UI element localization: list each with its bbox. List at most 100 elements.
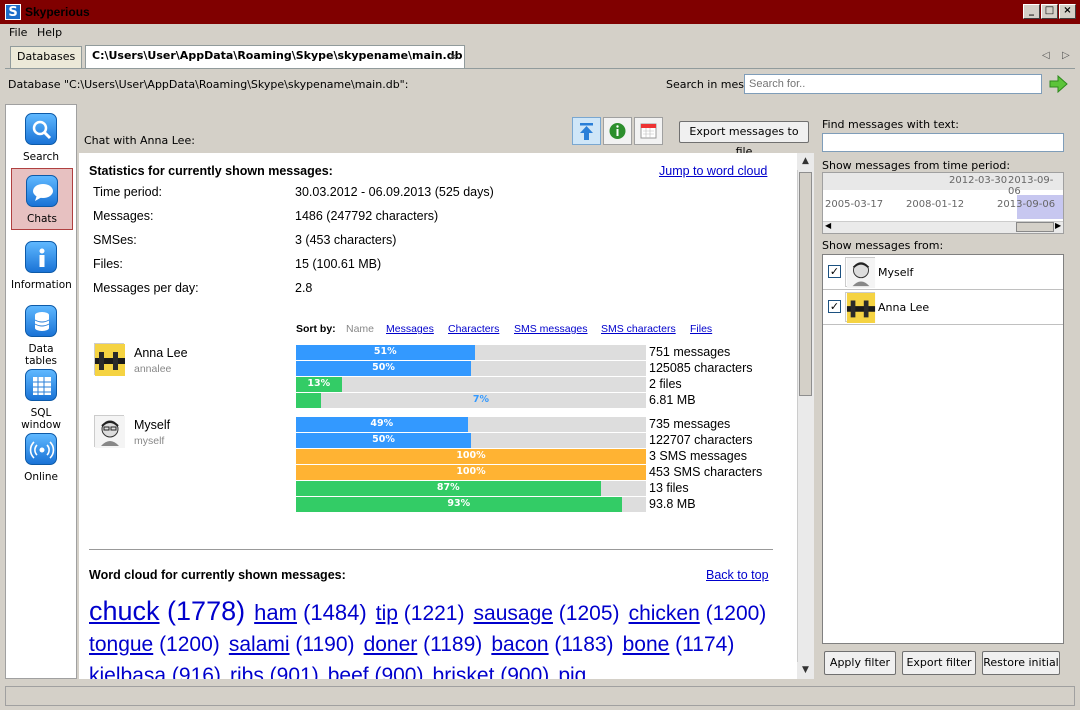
chat-info-button[interactable]	[603, 117, 632, 145]
cloud-word[interactable]: pig	[558, 664, 586, 679]
word-cloud-heading: Word cloud for currently shown messages:	[89, 568, 346, 582]
scroll-to-top-button[interactable]	[572, 117, 601, 145]
participant-checkbox-anna-lee[interactable]: ✓	[828, 300, 841, 313]
export-filter-button[interactable]: Export filter	[902, 651, 976, 675]
cloud-word-link[interactable]: salami	[229, 633, 290, 656]
stat-bar-percentage: 13%	[307, 378, 331, 389]
cloud-word[interactable]: chuck (1778)	[89, 596, 245, 626]
menu-help[interactable]: Help	[37, 26, 62, 39]
stat-bar-percentage: 7%	[472, 394, 490, 405]
cloud-word[interactable]: brisket (900)	[433, 664, 550, 679]
jump-to-word-cloud-link[interactable]: Jump to word cloud	[659, 164, 767, 178]
cloud-word[interactable]: chicken (1200)	[629, 602, 767, 625]
sort-option-messages[interactable]: Messages	[386, 323, 434, 335]
cloud-word-link[interactable]: pig	[558, 664, 586, 679]
stat-bar-percentage: 50%	[372, 362, 395, 373]
cloud-word[interactable]: ham (1484)	[254, 600, 367, 625]
cloud-word-count: (1778)	[159, 596, 246, 626]
cloud-word[interactable]: salami (1190)	[229, 633, 355, 656]
tab-scroll-left-icon[interactable]: ◁	[1042, 50, 1050, 61]
cloud-word[interactable]: bone (1174)	[623, 633, 735, 656]
cloud-word-link[interactable]: chuck	[89, 596, 160, 626]
sort-option-name[interactable]: Name	[346, 323, 374, 335]
cloud-word[interactable]: sausage (1205)	[474, 602, 620, 625]
timeline-range-selector[interactable]: 2012-03-30 2013-09-06 2005-03-17 2008-01…	[822, 172, 1064, 234]
timeline-scroll-left-icon[interactable]: ◀	[825, 221, 831, 230]
sort-option-sms-messages[interactable]: SMS messages	[514, 323, 588, 335]
cloud-word[interactable]: tip (1221)	[376, 602, 465, 625]
participant-row-anna-lee[interactable]: ✓ Anna Lee	[823, 290, 1063, 325]
stat-label-files: Files:	[93, 257, 123, 271]
participant-row-myself[interactable]: ✓ Myself	[823, 255, 1063, 290]
nav-search-label: Search	[22, 151, 60, 163]
nav-online-label: Online	[24, 471, 58, 483]
stat-bar-row: 7% 6.81 MB	[296, 393, 696, 409]
word-cloud: chuck (1778) ham (1484) tip (1221) sausa…	[89, 596, 779, 680]
timeline-scroll-right-icon[interactable]: ▶	[1055, 221, 1061, 230]
cloud-word[interactable]: ribs (901)	[230, 664, 319, 679]
cloud-word[interactable]: tongue (1200)	[89, 633, 220, 656]
restore-initial-button[interactable]: Restore initial	[982, 651, 1060, 675]
cloud-word-link[interactable]: ham	[254, 600, 297, 625]
arrow-up-icon	[580, 123, 593, 140]
tab-databases[interactable]: Databases	[10, 46, 82, 68]
scrollbar-thumb[interactable]	[799, 172, 812, 396]
nav-search[interactable]: Search	[11, 107, 73, 169]
stat-bar-track: 100%	[296, 449, 646, 464]
tab-main-db[interactable]: C:\Users\User\AppData\Roaming\Skype\skyp…	[85, 45, 465, 69]
timeline-scroll-thumb[interactable]	[1016, 222, 1054, 232]
stat-bar-percentage: 93%	[447, 498, 471, 509]
tab-scroll-right-icon[interactable]: ▷	[1062, 50, 1070, 61]
scroll-down-icon[interactable]: ▼	[797, 662, 814, 679]
export-messages-button[interactable]: Export messages to file	[679, 121, 809, 158]
stat-bar-row: 50% 125085 characters	[296, 361, 753, 377]
nav-sql-window[interactable]: SQL window	[11, 363, 73, 431]
back-to-top-link[interactable]: Back to top	[706, 568, 769, 582]
go-arrow-icon[interactable]	[1048, 75, 1068, 93]
cloud-word[interactable]: doner (1189)	[364, 633, 483, 656]
tab-close-icon[interactable]: ×	[449, 50, 458, 63]
cloud-word-link[interactable]: sausage	[474, 602, 553, 625]
minimize-button[interactable]: _	[1023, 4, 1040, 19]
cloud-word[interactable]: beef (900)	[328, 664, 424, 679]
avatar	[94, 343, 125, 376]
stat-bar-row: 50% 122707 characters	[296, 433, 753, 449]
nav-data-tables[interactable]: Data tables	[11, 299, 73, 367]
stat-bar-row: 13% 2 files	[296, 377, 682, 393]
timeline-tick-1: 2005-03-17	[825, 199, 884, 210]
cloud-word-link[interactable]: tongue	[89, 633, 153, 656]
sort-option-sms-characters[interactable]: SMS characters	[601, 323, 676, 335]
stat-label-time-period: Time period:	[93, 185, 163, 199]
nav-online[interactable]: Online	[11, 427, 73, 489]
cloud-word-link[interactable]: chicken	[629, 602, 700, 625]
search-icon	[25, 113, 57, 145]
maximize-button[interactable]: □	[1041, 4, 1058, 19]
cloud-word-link[interactable]: ribs	[230, 664, 264, 679]
find-text-input[interactable]	[822, 133, 1064, 152]
cloud-word-count: (900)	[368, 664, 424, 679]
calendar-button[interactable]	[634, 117, 663, 145]
search-input[interactable]	[744, 74, 1042, 94]
calendar-icon	[640, 123, 657, 139]
sort-option-files[interactable]: Files	[690, 323, 712, 335]
cloud-word-link[interactable]: tip	[376, 602, 398, 625]
cloud-word-link[interactable]: bacon	[491, 633, 548, 656]
menu-file[interactable]: File	[9, 26, 27, 39]
cloud-word-link[interactable]: bone	[623, 633, 670, 656]
nav-information[interactable]: Information	[11, 235, 73, 297]
participant-checkbox-myself[interactable]: ✓	[828, 265, 841, 278]
cloud-word[interactable]: kielbasa (916)	[89, 664, 221, 679]
cloud-word-link[interactable]: kielbasa	[89, 664, 166, 679]
scroll-up-icon[interactable]: ▲	[797, 153, 814, 170]
stat-bar-row: 49% 735 messages	[296, 417, 730, 433]
sort-option-characters[interactable]: Characters	[448, 323, 499, 335]
stat-bar-value: 122707 characters	[649, 433, 753, 447]
cloud-word-link[interactable]: beef	[328, 664, 369, 679]
cloud-word-link[interactable]: brisket	[433, 664, 495, 679]
apply-filter-button[interactable]: Apply filter	[824, 651, 896, 675]
cloud-word[interactable]: bacon (1183)	[491, 633, 613, 656]
close-button[interactable]: ×	[1059, 4, 1076, 19]
nav-chats[interactable]: Chats	[11, 168, 73, 230]
avatar	[94, 415, 125, 448]
cloud-word-link[interactable]: doner	[364, 633, 418, 656]
